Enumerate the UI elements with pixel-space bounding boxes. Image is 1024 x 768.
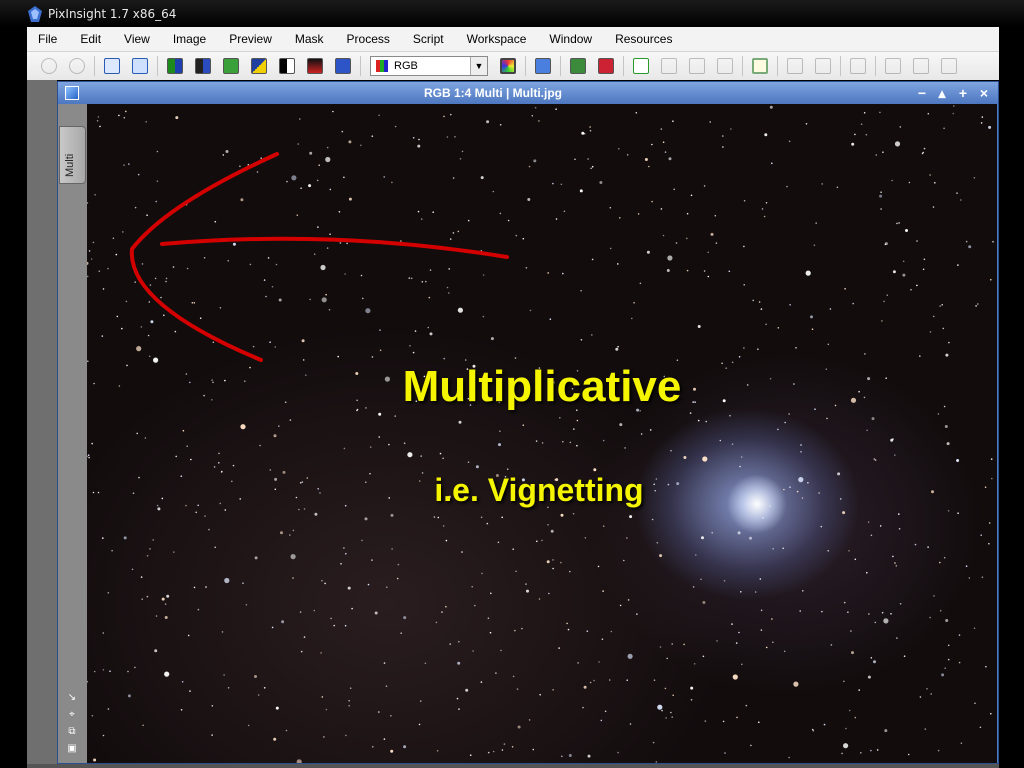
toolbar-separator (560, 56, 561, 76)
menu-script[interactable]: Script (402, 27, 456, 51)
color-space-select[interactable]: RGB ▼ (370, 56, 488, 76)
image-window-title-bar[interactable]: RGB 1:4 Multi | Multi.jpg − ▴ + × (58, 82, 998, 104)
menu-bar: File Edit View Image Preview Mask Proces… (27, 27, 999, 52)
color-space-value: RGB (394, 60, 418, 72)
menu-mask[interactable]: Mask (284, 27, 336, 51)
select-icon[interactable] (913, 58, 929, 74)
channel-view-icon[interactable] (167, 58, 183, 74)
curve-icon[interactable] (335, 58, 351, 74)
stf-icon[interactable] (279, 58, 295, 74)
resize-icon[interactable] (941, 58, 957, 74)
image-window[interactable]: RGB 1:4 Multi | Multi.jpg − ▴ + × Multi … (57, 81, 999, 764)
view-tab-label: Multi (64, 153, 76, 177)
zoom-out-icon[interactable] (598, 58, 614, 74)
view-tab[interactable]: Multi (59, 126, 86, 184)
workspace-bottom-edge (27, 764, 999, 768)
pixinsight-logo-icon (28, 6, 42, 22)
toolbar-separator (623, 56, 624, 76)
identifier-icon[interactable] (104, 58, 120, 74)
invert-icon[interactable] (251, 58, 267, 74)
subtitle-text: i.e. Vignetting (434, 472, 644, 508)
undo-icon[interactable] (41, 58, 57, 74)
rgb-swatch-icon (376, 60, 388, 72)
add-image-icon[interactable] (223, 58, 239, 74)
channel-split-icon[interactable] (195, 58, 211, 74)
zoom-in-icon[interactable] (570, 58, 586, 74)
toolbar-separator (875, 56, 876, 76)
new-window-icon[interactable] (633, 58, 649, 74)
os-title-bar: PixInsight 1.7 x86_64 (0, 0, 1024, 27)
redo-icon[interactable] (69, 58, 85, 74)
edit-icon[interactable] (661, 58, 677, 74)
readout-icon[interactable] (752, 58, 768, 74)
menu-image[interactable]: Image (162, 27, 218, 51)
chevron-down-icon: ▼ (470, 57, 487, 75)
toolbar-separator (360, 56, 361, 76)
close-icon[interactable]: × (975, 84, 993, 102)
menu-resources[interactable]: Resources (604, 27, 684, 51)
menu-workspace[interactable]: Workspace (456, 27, 539, 51)
view-info-icon[interactable]: ▣ (67, 744, 77, 754)
back-icon[interactable] (787, 58, 803, 74)
toolbar-separator (94, 56, 95, 76)
toolbar-separator (840, 56, 841, 76)
headline-text: Multiplicative (402, 362, 682, 411)
maximize-icon[interactable]: + (954, 84, 972, 102)
new-preview-icon[interactable] (535, 58, 551, 74)
shade-icon[interactable]: ▴ (933, 84, 951, 102)
rgb-display-icon[interactable] (500, 58, 516, 74)
image-canvas[interactable]: Multiplicative i.e. Vignetting (87, 104, 997, 763)
toolbar-separator (157, 56, 158, 76)
zoom-fit-icon[interactable]: ⌖ (67, 710, 77, 720)
workspace-area (27, 80, 57, 764)
toolbar-separator (742, 56, 743, 76)
forward-icon[interactable] (815, 58, 831, 74)
app-title: PixInsight 1.7 x86_64 (48, 7, 177, 21)
minimize-icon[interactable]: − (913, 84, 931, 102)
menu-file[interactable]: File (27, 27, 69, 51)
menu-process[interactable]: Process (336, 27, 402, 51)
hand-icon[interactable] (850, 58, 866, 74)
copy-icon[interactable] (689, 58, 705, 74)
main-toolbar: RGB ▼ (27, 52, 999, 80)
menu-view[interactable]: View (113, 27, 162, 51)
pencil-icon[interactable] (885, 58, 901, 74)
fit-view-icon[interactable]: ↘ (67, 693, 77, 703)
menu-edit[interactable]: Edit (69, 27, 113, 51)
mask-icon[interactable] (307, 58, 323, 74)
duplicate-image-icon[interactable] (132, 58, 148, 74)
paste-icon[interactable] (717, 58, 733, 74)
toolbar-separator (525, 56, 526, 76)
toolbar-separator (777, 56, 778, 76)
annotation-arrow (129, 152, 509, 362)
view-selector-strip: Multi ↘ ⌖ ⧉ ▣ (58, 104, 87, 763)
menu-preview[interactable]: Preview (218, 27, 284, 51)
clone-view-icon[interactable]: ⧉ (67, 727, 77, 737)
menu-window[interactable]: Window (538, 27, 604, 51)
image-window-title: RGB 1:4 Multi | Multi.jpg (423, 86, 562, 100)
